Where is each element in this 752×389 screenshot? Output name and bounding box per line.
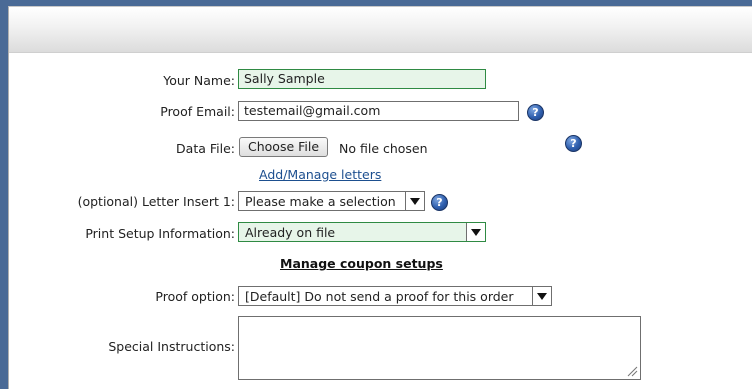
manage-letters-link[interactable]: Add/Manage letters bbox=[259, 167, 381, 182]
proof-option-label: Proof option: bbox=[155, 289, 235, 304]
name-label: Your Name: bbox=[163, 73, 235, 88]
form-panel: Your Name: Sally Sample Proof Email: tes… bbox=[8, 6, 752, 389]
proof-option-select[interactable]: [Default] Do not send a proof for this o… bbox=[238, 286, 552, 306]
letter-insert-label: (optional) Letter Insert 1: bbox=[77, 194, 235, 209]
print-setup-select[interactable]: Already on file bbox=[238, 222, 486, 242]
print-setup-label: Print Setup Information: bbox=[85, 226, 235, 241]
special-instructions-label: Special Instructions: bbox=[108, 339, 235, 354]
panel-header bbox=[9, 7, 752, 53]
chevron-down-icon bbox=[405, 192, 424, 210]
manage-coupon-link[interactable]: Manage coupon setups bbox=[280, 256, 443, 271]
chevron-down-icon bbox=[532, 287, 551, 305]
file-status-text: No file chosen bbox=[339, 141, 428, 156]
data-file-label: Data File: bbox=[176, 141, 235, 156]
print-setup-value: Already on file bbox=[245, 225, 336, 240]
help-icon[interactable]: ? bbox=[431, 194, 448, 211]
proof-option-value: [Default] Do not send a proof for this o… bbox=[245, 289, 514, 304]
help-icon[interactable]: ? bbox=[527, 104, 544, 121]
chevron-down-icon bbox=[466, 223, 485, 241]
proof-email-input[interactable]: testemail@gmail.com bbox=[238, 101, 519, 121]
special-instructions-textarea[interactable] bbox=[238, 316, 641, 380]
name-input[interactable]: Sally Sample bbox=[238, 69, 486, 89]
letter-insert-value: Please make a selection bbox=[245, 194, 396, 209]
proof-email-label: Proof Email: bbox=[160, 104, 235, 119]
resize-handle-icon[interactable] bbox=[626, 365, 638, 377]
help-icon[interactable]: ? bbox=[565, 135, 582, 152]
letter-insert-select[interactable]: Please make a selection bbox=[238, 191, 425, 211]
choose-file-button[interactable]: Choose File bbox=[239, 137, 329, 157]
